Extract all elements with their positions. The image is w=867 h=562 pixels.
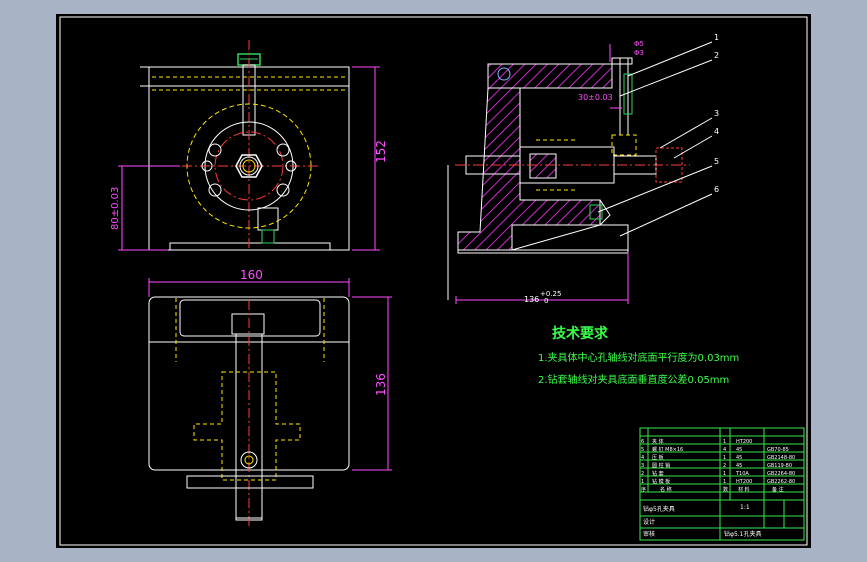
tb-drawing-title: 钻φ5孔夹具 bbox=[643, 505, 675, 513]
tb-row-1-name: 钻 模 板 bbox=[652, 478, 670, 485]
dim-base-tol-zero: 0 bbox=[544, 297, 548, 305]
tb-row-1-no: 1 bbox=[641, 479, 644, 485]
dim-width-160: 160 bbox=[240, 268, 263, 282]
tb-scale: 1:1 bbox=[740, 504, 750, 511]
tb-header-name: 名 称 bbox=[660, 486, 672, 493]
tb-row-6-qty: 1 bbox=[723, 439, 726, 445]
balloon-3: 3 bbox=[714, 109, 719, 118]
tb-row-2-std: GB2264-80 bbox=[767, 471, 795, 477]
tb-row-5-no: 5 bbox=[641, 447, 644, 453]
tb-row-3-std: GB119-80 bbox=[767, 463, 792, 469]
tb-row-2-qty: 1 bbox=[723, 471, 726, 477]
dim-small-30: 30±0.03 bbox=[578, 93, 613, 102]
tb-row-1-std: GB2262-80 bbox=[767, 479, 795, 485]
balloon-6: 6 bbox=[714, 185, 719, 194]
balloon-4: 4 bbox=[714, 127, 719, 136]
tb-row-1-mat: HT200 bbox=[736, 479, 752, 485]
tb-checker: 审核 bbox=[643, 530, 655, 538]
tb-row-4-std: GB2148-80 bbox=[767, 455, 795, 461]
tb-row-2-name: 钻 套 bbox=[652, 470, 664, 477]
tb-row-3-no: 3 bbox=[641, 463, 644, 469]
tb-header-qty: 数 bbox=[723, 486, 728, 493]
tb-row-4-mat: 45 bbox=[736, 455, 742, 461]
balloon-1: 1 bbox=[714, 33, 719, 42]
tb-row-3-qty: 2 bbox=[723, 463, 726, 469]
tb-row-6-no: 6 bbox=[641, 439, 644, 445]
tb-header-no: 序 bbox=[641, 486, 646, 493]
tb-drawing-no: 钻φ5.1孔夹具 bbox=[724, 530, 762, 538]
balloon-5: 5 bbox=[714, 157, 719, 166]
tb-row-4-name: 压 板 bbox=[652, 454, 664, 461]
notes-line-1: 1.夹具体中心孔轴线对底面平行度为0.03mm bbox=[538, 351, 739, 364]
dim-offset-80: 80±0.03 bbox=[110, 187, 121, 230]
tb-row-3-name: 圆 柱 销 bbox=[652, 462, 670, 469]
tb-row-5-qty: 4 bbox=[723, 447, 726, 453]
tb-row-2-mat: T10A bbox=[735, 471, 749, 477]
tb-row-5-std: GB70-85 bbox=[767, 447, 789, 453]
tb-row-5-mat: 45 bbox=[736, 447, 742, 453]
balloon-2: 2 bbox=[714, 51, 719, 60]
tb-row-4-no: 4 bbox=[641, 455, 644, 461]
tb-row-5-name: 螺 钉 M8×16 bbox=[652, 446, 683, 453]
dim-height-152: 152 bbox=[374, 140, 388, 163]
tb-row-1-qty: 1 bbox=[723, 479, 726, 485]
tb-header-std: 备 注 bbox=[772, 486, 784, 493]
tb-row-2-no: 2 bbox=[641, 471, 644, 477]
notes-line-2: 2.钻套轴线对夹具底面垂直度公差0.05mm bbox=[538, 373, 729, 386]
tb-row-3-mat: 45 bbox=[736, 463, 742, 469]
dim-dia-top-b: Φ3 bbox=[634, 49, 644, 57]
notes-title: 技术要求 bbox=[552, 325, 609, 342]
tb-row-6-name: 夹 体 bbox=[652, 438, 664, 445]
dim-depth-136: 136 bbox=[374, 373, 388, 396]
tb-row-6-mat: HT200 bbox=[736, 439, 752, 445]
cad-drawing-canvas: 152 80±0.03 160 136 1 2 3 4 5 6 30±0.03 … bbox=[56, 14, 811, 548]
dim-base-136: 136 bbox=[524, 295, 539, 304]
tb-designer: 设计 bbox=[643, 518, 655, 526]
tb-header-mat: 材 料 bbox=[738, 486, 750, 493]
dim-dia-top-a: Φ5 bbox=[634, 40, 644, 48]
tb-row-4-qty: 1 bbox=[723, 455, 726, 461]
